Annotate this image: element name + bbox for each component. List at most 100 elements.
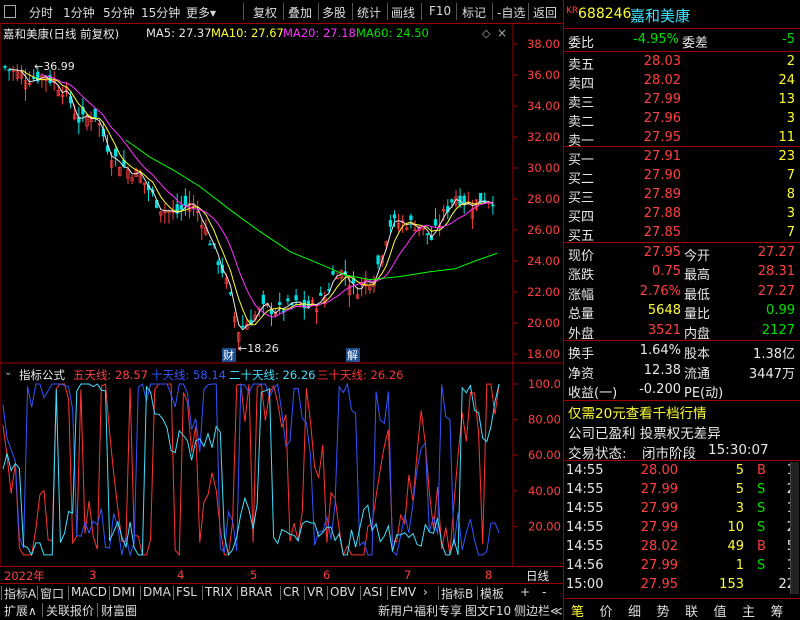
- trade-volume: 1: [735, 558, 744, 573]
- price-axis-tick: 38.00: [527, 37, 560, 51]
- statistics-button[interactable]: 统计: [357, 4, 381, 21]
- detail-tab[interactable]: 值: [714, 601, 727, 620]
- multi-stock-button[interactable]: 多股: [322, 4, 346, 21]
- mark-button[interactable]: 标记: [462, 4, 486, 21]
- high-annotation: ←36.99: [34, 60, 75, 73]
- indicator-tab[interactable]: VR: [307, 585, 324, 599]
- candle-body: [388, 220, 393, 227]
- stat-value: 27.27: [757, 245, 795, 260]
- new-user-promo-link[interactable]: 新用户福利专享: [378, 602, 462, 619]
- unlock-marker: 解: [347, 348, 358, 362]
- detail-tab[interactable]: 细: [628, 601, 641, 620]
- period-tab-1min[interactable]: 1分钟: [63, 4, 95, 21]
- detail-tab[interactable]: 主: [742, 601, 755, 620]
- trade-price: 27.99: [640, 501, 678, 516]
- trade-volume: 5: [735, 463, 744, 478]
- period-tab-more[interactable]: 更多▾: [186, 4, 216, 21]
- tabs-next-icon[interactable]: ›: [423, 585, 428, 599]
- remove-window-button[interactable]: -: [542, 585, 546, 599]
- sidebar-toggle[interactable]: 侧边栏≪: [514, 602, 563, 619]
- indicator-tab[interactable]: TRIX: [205, 585, 232, 599]
- bid-label: 买五: [568, 229, 595, 244]
- stat-value: 27.95: [643, 245, 681, 260]
- overlay-button[interactable]: 叠加: [288, 4, 312, 21]
- status-time: 15:30:07: [708, 442, 769, 458]
- trades-scrollbar[interactable]: [790, 462, 799, 594]
- diamond-icon[interactable]: ◇: [482, 27, 490, 40]
- detail-tab[interactable]: 势: [657, 601, 670, 620]
- add-window-button[interactable]: +: [520, 585, 530, 599]
- stat-label: 涨幅: [568, 287, 595, 303]
- fund-label: PE(动): [684, 386, 724, 401]
- price-axis-tick: 18.00: [527, 347, 560, 361]
- indicator-name[interactable]: 指标公式: [19, 367, 65, 383]
- bid-price: 27.90: [643, 168, 681, 183]
- fuquan-button[interactable]: 复权: [253, 4, 277, 21]
- candle-body: [7, 69, 11, 72]
- fund-label: 净资: [568, 366, 595, 382]
- trade-direction: S: [757, 501, 766, 516]
- depth-promo-link[interactable]: 仅需20元查看千档行情: [568, 402, 707, 422]
- stock-header: KR 688246 嘉和美康: [564, 4, 800, 25]
- collapse-icon[interactable]: ⌄: [4, 367, 12, 378]
- indicator-chart[interactable]: 100.0 80.00 60.00 40.00 20.00 ⌄ 指标公式 五天线: 28…: [0, 364, 563, 566]
- indicator-tab[interactable]: BRAR: [240, 585, 273, 599]
- stat-value: 2127: [761, 322, 795, 338]
- indicator-tab[interactable]: 窗口: [40, 585, 64, 602]
- remove-watchlist-button[interactable]: -自选: [497, 4, 525, 21]
- wealth-circle-tab[interactable]: 财富圈: [101, 602, 137, 619]
- menu-icon[interactable]: [4, 5, 16, 18]
- indicator-tab[interactable]: 指标A: [4, 585, 36, 602]
- kline-chart[interactable]: 38.00 36.00 34.00 32.00 30.00 28.00 26.00 24.00…: [0, 24, 563, 364]
- detail-tab[interactable]: 笔: [571, 601, 584, 620]
- indicator-tab[interactable]: MACD: [71, 585, 107, 599]
- detail-tab[interactable]: 价: [600, 601, 613, 620]
- stat-label: 涨跌: [568, 268, 595, 284]
- trade-volume: 5: [735, 482, 744, 497]
- graphic-f10-button[interactable]: 图文F10: [465, 602, 511, 619]
- indicator-tab[interactable]: 指标B: [441, 585, 473, 602]
- stat-row: 外盘 3521 内盘 2127: [564, 321, 800, 342]
- trade-volume: 10: [727, 520, 744, 535]
- trade-direction: B: [757, 539, 766, 554]
- trade-row: 14:5528.005B1: [564, 461, 800, 481]
- stat-label: 内盘: [684, 326, 711, 342]
- indicator-axis-tick: 80.00: [528, 413, 561, 427]
- related-quotes-tab[interactable]: 关联报价: [46, 602, 94, 619]
- period-tab-timeshare[interactable]: 分时: [29, 4, 53, 21]
- price-axis-tick: 32.00: [527, 130, 560, 144]
- detail-tab[interactable]: 联: [685, 601, 698, 620]
- detail-tab[interactable]: 筹: [771, 601, 784, 620]
- back-button[interactable]: 返回: [533, 4, 557, 21]
- close-icon[interactable]: ×: [497, 26, 507, 40]
- ma60-legend: MA60: 24.50: [356, 26, 429, 40]
- indicator-tab[interactable]: CR: [283, 585, 300, 599]
- trade-time: 14:55: [566, 482, 604, 497]
- indicator-tab[interactable]: 模板: [480, 585, 504, 602]
- ask-row: 卖二 27.96 3: [564, 109, 800, 130]
- indicator-tab[interactable]: DMI: [112, 585, 135, 599]
- trade-direction: S: [757, 520, 766, 535]
- indicator-tab[interactable]: OBV: [330, 585, 356, 599]
- bid-volume: 7: [786, 225, 795, 240]
- expand-button[interactable]: 扩展∧: [4, 602, 37, 619]
- fund-label: 换手: [568, 347, 595, 362]
- price-axis-tick: 20.00: [527, 316, 560, 330]
- detail-tabs: 笔价细势联值主筹: [563, 598, 800, 620]
- indicator-tab[interactable]: EMV: [390, 585, 416, 599]
- bid-row: 买二 27.90 7: [564, 166, 800, 187]
- promo-row[interactable]: 仅需20元查看千档行情: [564, 400, 800, 422]
- stock-name: 嘉和美康: [630, 7, 691, 25]
- draw-line-button[interactable]: 画线: [391, 4, 415, 21]
- period-tab-15min[interactable]: 15分钟: [141, 4, 180, 21]
- indicator-tab[interactable]: DMA: [143, 585, 171, 599]
- candle-body: [228, 292, 233, 295]
- period-tab-5min[interactable]: 5分钟: [103, 4, 135, 21]
- trade-price: 28.02: [640, 539, 678, 554]
- stat-row: 现价 27.95 今开 27.27: [564, 243, 800, 264]
- f10-button[interactable]: F10: [429, 4, 451, 18]
- candle-body: [183, 195, 188, 206]
- indicator-tab[interactable]: FSL: [176, 585, 197, 599]
- indicator-tab[interactable]: ASI: [363, 585, 382, 599]
- candle-body: [450, 199, 454, 203]
